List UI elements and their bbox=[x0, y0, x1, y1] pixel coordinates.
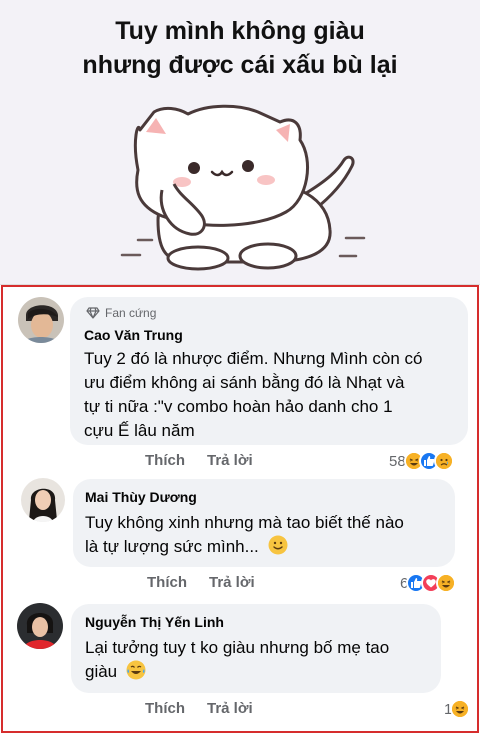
comment-text: Tuy không xinh nhưng mà tao biết thế nào… bbox=[85, 511, 404, 562]
sad-icon bbox=[433, 451, 454, 471]
meme-post: Tuy mình không giàu nhưng được cái xấu b… bbox=[0, 0, 480, 733]
comment-text: Lại tưởng tuy t ko giàu nhưng bố mẹ tao … bbox=[85, 636, 389, 687]
comments-section: Fan cứng Cao Văn Trung Tuy 2 đó là nhược… bbox=[1, 285, 479, 733]
meme-caption-line-1: Tuy mình không giàu bbox=[115, 17, 365, 45]
fan-badge: Fan cứng bbox=[86, 306, 156, 320]
tears-of-joy-emoji-icon bbox=[126, 660, 146, 687]
comment-actions: Thích Trả lời bbox=[147, 574, 255, 591]
comment-text-line: Tuy 2 đó là nhược điểm. Nhưng Mình còn c… bbox=[84, 349, 423, 368]
badge-label: Fan cứng bbox=[105, 306, 157, 320]
reply-button[interactable]: Trả lời bbox=[209, 574, 255, 591]
reply-button[interactable]: Trả lời bbox=[207, 700, 253, 717]
comment-text-line: Lại tưởng tuy t ko giàu nhưng bố mẹ tao bbox=[85, 638, 390, 657]
comment-author[interactable]: Nguyễn Thị Yến Linh bbox=[85, 614, 224, 630]
avatar-image bbox=[17, 603, 63, 649]
comment-text-line: tự ti nữa :"v combo hoàn hảo danh cho 1 bbox=[84, 397, 393, 416]
reaction-summary[interactable]: 6 bbox=[400, 573, 457, 593]
avatar[interactable] bbox=[21, 478, 65, 522]
reaction-summary[interactable]: 58 bbox=[389, 451, 454, 471]
avatar[interactable] bbox=[17, 603, 63, 649]
haha-icon bbox=[436, 573, 457, 593]
diamond-icon bbox=[86, 307, 100, 319]
comment-text-line: là tự lượng sức mình... bbox=[85, 535, 404, 562]
comment-text-fragment: là tự lượng sức mình... bbox=[85, 537, 259, 556]
comment-bubble: Mai Thùy Dương Tuy không xinh nhưng mà t… bbox=[73, 479, 455, 567]
avatar-image bbox=[18, 297, 64, 343]
comment-text-fragment: giàu bbox=[85, 662, 118, 681]
comment-text-line: cựu Ế lâu năm bbox=[84, 421, 195, 440]
reply-button[interactable]: Trả lời bbox=[207, 452, 253, 469]
avatar-image bbox=[21, 478, 65, 522]
comment-bubble: Fan cứng Cao Văn Trung Tuy 2 đó là nhược… bbox=[70, 297, 468, 445]
comment-text-line: giàu bbox=[85, 660, 389, 687]
avatar[interactable] bbox=[18, 297, 64, 343]
comment-text-line: ưu điểm không ai sánh bằng đó là Nhạt và bbox=[84, 373, 405, 392]
comment-author[interactable]: Mai Thùy Dương bbox=[85, 489, 197, 505]
smile-emoji-icon bbox=[268, 535, 288, 562]
comment-bubble: Nguyễn Thị Yến Linh Lại tưởng tuy t ko g… bbox=[71, 604, 441, 693]
cat-illustration bbox=[120, 104, 366, 271]
comment-actions: Thích Trả lời bbox=[145, 452, 253, 469]
haha-icon bbox=[450, 699, 471, 719]
comment-actions: Thích Trả lời bbox=[145, 700, 253, 717]
like-button[interactable]: Thích bbox=[145, 452, 185, 469]
like-button[interactable]: Thích bbox=[145, 700, 185, 717]
reaction-summary[interactable]: 1 bbox=[444, 699, 471, 719]
comment-text: Tuy 2 đó là nhược điểm. Nhưng Mình còn c… bbox=[84, 347, 423, 443]
like-button[interactable]: Thích bbox=[147, 574, 187, 591]
comment-author[interactable]: Cao Văn Trung bbox=[84, 327, 183, 343]
meme-caption-line-2: nhưng được cái xấu bù lại bbox=[82, 51, 398, 79]
meme-image: Tuy mình không giàu nhưng được cái xấu b… bbox=[0, 0, 480, 285]
meme-caption: Tuy mình không giàu nhưng được cái xấu b… bbox=[0, 14, 480, 82]
comment-text-line: Tuy không xinh nhưng mà tao biết thế nào bbox=[85, 513, 404, 532]
